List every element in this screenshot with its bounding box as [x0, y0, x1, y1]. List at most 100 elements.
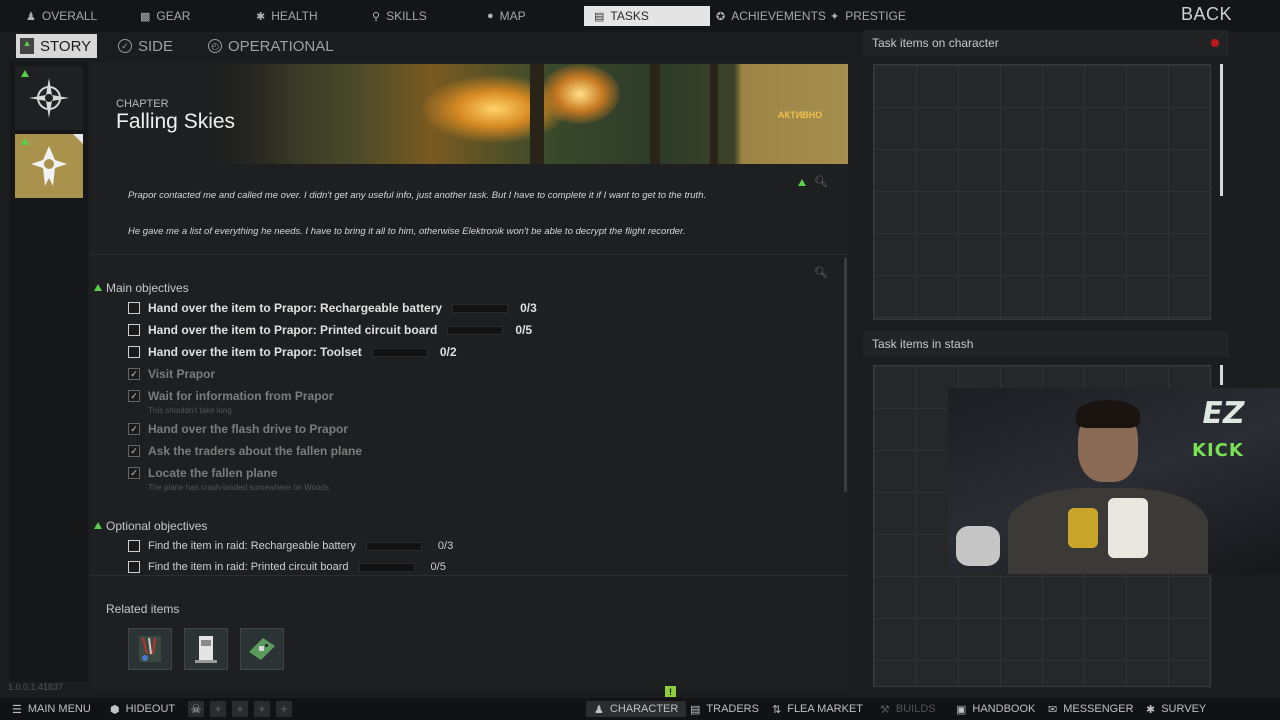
back-button[interactable]: BACK: [1181, 4, 1232, 25]
task-details-panel: CHAPTER Falling Skies АКТИВНО 🔍︎ Prapor …: [90, 62, 848, 690]
checked-checkbox: ✓: [128, 467, 140, 479]
flea-market-button[interactable]: ⇅ FLEA MARKET: [772, 701, 863, 717]
objective-row-done: ✓ Visit Prapor: [128, 367, 215, 381]
objective-row-done: ✓ Locate the fallen plane: [128, 466, 277, 480]
character-icon: ♟: [594, 703, 604, 716]
objective-note: The plane has crash-landed somewhere on …: [148, 483, 329, 492]
toolset-icon: [139, 636, 161, 662]
add-slot-button[interactable]: +: [210, 701, 226, 717]
character-items-scrollbar[interactable]: [1220, 64, 1223, 196]
section-indicator-icon: [94, 522, 102, 529]
tab-health[interactable]: ✱ HEALTH: [256, 6, 318, 26]
gear-icon: ▩: [140, 10, 151, 23]
add-slot-button[interactable]: +: [232, 701, 248, 717]
subtab-side[interactable]: ✓ SIDE: [118, 34, 173, 58]
main-menu-button[interactable]: ☰ MAIN MENU: [12, 701, 91, 717]
objective-row: Hand over the item to Prapor: Toolset 0/…: [128, 345, 457, 359]
alert-dot-icon: [1211, 39, 1219, 47]
skull-icon[interactable]: ☠: [188, 701, 204, 717]
tab-prestige[interactable]: ✦ PRESTIGE: [830, 6, 906, 26]
objective-checkbox[interactable]: [128, 302, 140, 314]
menu-icon: ☰: [12, 703, 22, 716]
checked-checkbox: ✓: [128, 368, 140, 380]
tab-gear[interactable]: ▩ GEAR: [140, 6, 190, 26]
traders-button[interactable]: ▤ TRADERS: [690, 701, 759, 717]
quest-description-1: Prapor contacted me and called me over. …: [128, 190, 707, 201]
objective-checkbox[interactable]: [128, 540, 140, 552]
quest-icon-falling-skies[interactable]: [15, 134, 83, 198]
circuit-board-icon: [249, 638, 275, 660]
bottom-bar: ☰ MAIN MENU ⬢ HIDEOUT ☠ + + + + ♟ CHARACTER…: [0, 698, 1280, 720]
optional-objectives-title: Optional objectives: [106, 519, 208, 533]
hideout-icon: ⬢: [110, 703, 120, 716]
quest-description-2: He gave me a list of everything he needs…: [128, 226, 686, 237]
progress-bar: [447, 325, 504, 335]
webcam-overlay: EZ KICK: [948, 388, 1280, 574]
builds-icon: ⚒: [880, 703, 890, 716]
selected-corner-icon: [73, 134, 83, 144]
objective-row-done: ✓ Ask the traders about the fallen plane: [128, 444, 362, 458]
add-slot-button[interactable]: +: [276, 701, 292, 717]
ez-logo: EZ: [1198, 396, 1248, 431]
available-indicator-icon: [21, 70, 29, 77]
map-pin-icon: ●: [487, 10, 494, 22]
messenger-button[interactable]: ✉ MESSENGER: [1048, 701, 1134, 717]
health-icon: ✱: [256, 10, 266, 23]
checked-checkbox: ✓: [128, 445, 140, 457]
tab-overall[interactable]: ♟ OVERALL: [26, 6, 97, 26]
related-items-title: Related items: [106, 602, 180, 616]
optional-objective-row: Find the item in raid: Rechargeable batt…: [128, 540, 453, 552]
add-slot-button[interactable]: +: [254, 701, 270, 717]
notification-badge: !: [665, 686, 676, 697]
objective-checkbox[interactable]: [128, 561, 140, 573]
character-button[interactable]: ♟ CHARACTER: [586, 701, 687, 717]
tab-tasks[interactable]: ▤ TASKS: [584, 6, 710, 26]
subtab-operational[interactable]: ◴ OPERATIONAL: [208, 34, 334, 58]
related-item-toolset[interactable]: [128, 628, 172, 670]
progress-bar: [452, 303, 509, 313]
progress-bar: [365, 541, 422, 551]
clock-icon: ◴: [208, 39, 222, 53]
hideout-button[interactable]: ⬢ HIDEOUT: [110, 701, 175, 717]
handbook-icon: ▣: [956, 703, 967, 716]
quest-banner: CHAPTER Falling Skies АКТИВНО: [90, 64, 848, 164]
objective-row: Hand over the item to Prapor: Rechargeab…: [128, 301, 537, 315]
traders-icon: ▤: [690, 703, 701, 716]
objective-checkbox[interactable]: [128, 324, 140, 336]
magnify-icon[interactable]: 🔍︎: [814, 175, 832, 189]
section-indicator-icon: [94, 284, 102, 291]
related-item-circuit-board[interactable]: [240, 628, 284, 670]
stash-items-scrollbar[interactable]: [1220, 365, 1223, 385]
magnify-icon[interactable]: 🔍︎: [814, 266, 832, 280]
survey-button[interactable]: ✱ SURVEY: [1146, 701, 1206, 717]
objective-row-done: ✓ Wait for information from Prapor: [128, 389, 334, 403]
progress-bar: [358, 562, 415, 572]
available-indicator-icon: [21, 138, 29, 145]
item-grid[interactable]: [873, 64, 1211, 320]
version-label: 1.0.0.1.41837: [8, 682, 64, 692]
objective-row: Hand over the item to Prapor: Printed ci…: [128, 323, 532, 337]
tasks-icon: ▤: [594, 10, 605, 23]
skills-icon: ⚲: [372, 10, 381, 23]
objective-checkbox[interactable]: [128, 346, 140, 358]
survey-icon: ✱: [1146, 703, 1156, 716]
status-badge: АКТИВНО: [778, 110, 823, 120]
objective-note: This shouldn't take long: [148, 406, 232, 415]
builds-button[interactable]: ⚒ BUILDS: [880, 701, 936, 717]
tab-achievements[interactable]: ✪ ACHIEVEMENTS: [716, 6, 826, 26]
tab-map[interactable]: ● MAP: [487, 6, 526, 26]
messenger-icon: ✉: [1048, 703, 1058, 716]
available-indicator-icon: [798, 179, 806, 186]
objectives-scrollbar[interactable]: [844, 258, 847, 492]
check-icon: ✓: [118, 39, 132, 53]
progress-bar: [371, 347, 428, 357]
flea-market-icon: ⇅: [772, 703, 782, 716]
handbook-button[interactable]: ▣ HANDBOOK: [956, 701, 1035, 717]
checked-checkbox: ✓: [128, 423, 140, 435]
chapter-label: CHAPTER: [116, 98, 169, 110]
related-item-battery[interactable]: [184, 628, 228, 670]
subtab-story[interactable]: ▲ STORY: [16, 34, 98, 58]
prestige-icon: ✦: [830, 10, 840, 23]
tab-skills[interactable]: ⚲ SKILLS: [372, 6, 427, 26]
quest-icon-compass[interactable]: [15, 66, 83, 130]
